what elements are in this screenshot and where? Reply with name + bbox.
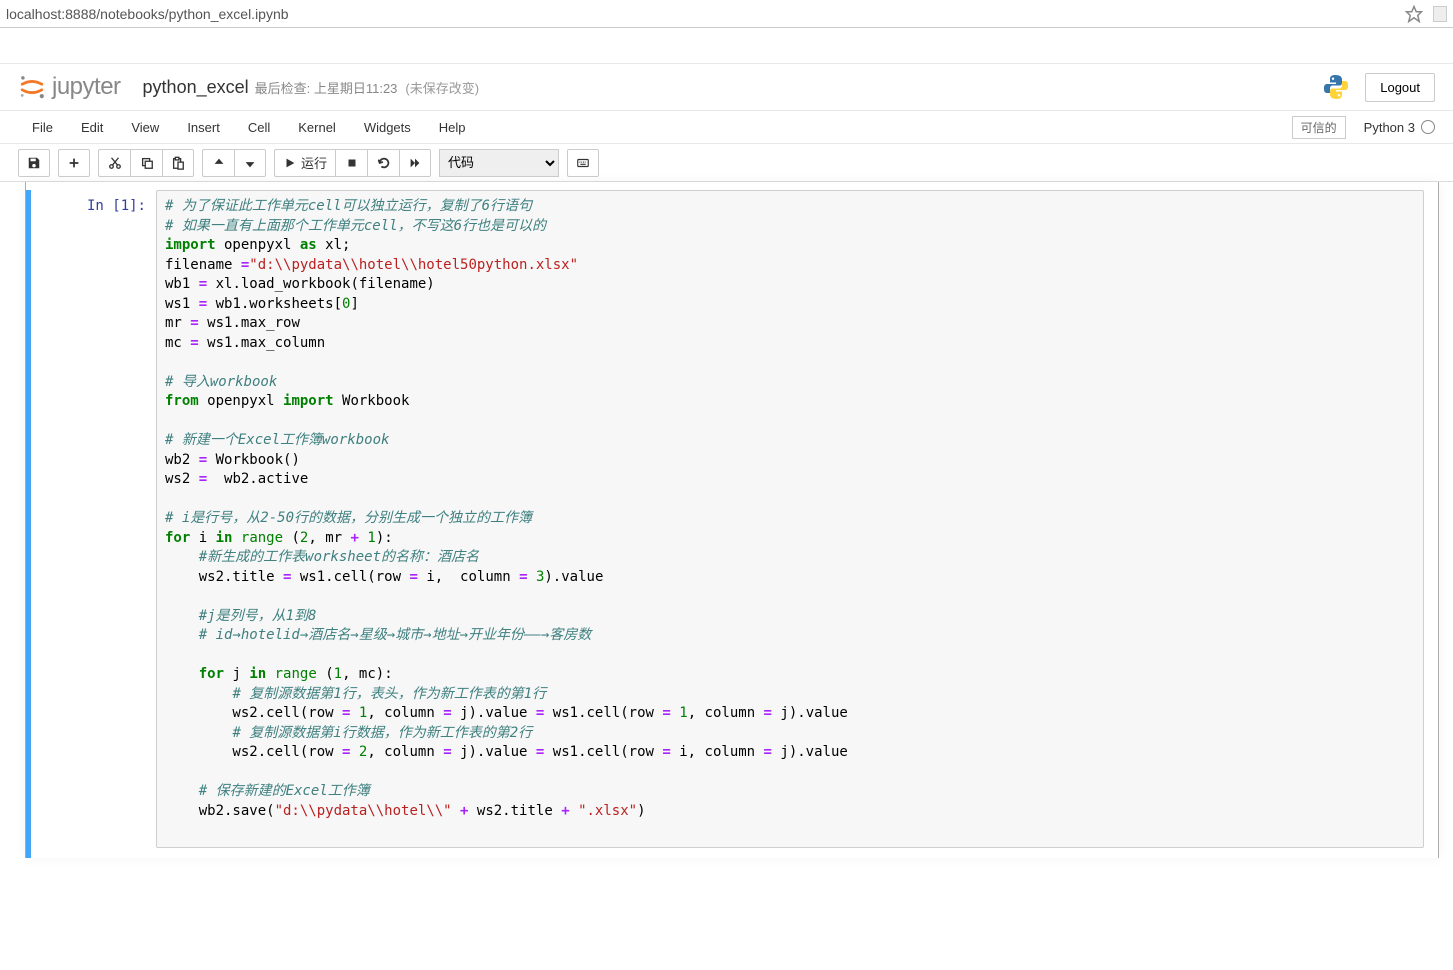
python-logo-icon	[1321, 72, 1351, 102]
menu-view[interactable]: View	[117, 111, 173, 143]
save-button[interactable]	[18, 149, 50, 177]
page-icon[interactable]	[1433, 6, 1447, 22]
jupyter-logo-icon	[18, 73, 46, 101]
url-text[interactable]: localhost:8888/notebooks/python_excel.ip…	[6, 6, 1405, 22]
notebook-header: jupyter python_excel 最后检查: 上星期日11:23 (未保…	[0, 64, 1453, 110]
cell-prompt: In [1]:	[31, 190, 156, 858]
paste-button[interactable]	[162, 149, 194, 177]
browser-chrome-spacer	[0, 28, 1453, 64]
menu-edit[interactable]: Edit	[67, 111, 117, 143]
menu-cell[interactable]: Cell	[234, 111, 284, 143]
restart-button[interactable]	[367, 149, 399, 177]
menu-kernel[interactable]: Kernel	[284, 111, 350, 143]
code-cell[interactable]: In [1]: # 为了保证此工作单元cell可以独立运行，复制了6行语句 # …	[26, 190, 1432, 858]
kernel-name: Python 3	[1364, 120, 1415, 135]
command-palette-button[interactable]	[567, 149, 599, 177]
copy-button[interactable]	[130, 149, 162, 177]
kernel-idle-icon	[1421, 120, 1435, 134]
menu-file[interactable]: File	[18, 111, 67, 143]
menubar: File Edit View Insert Cell Kernel Widget…	[0, 110, 1453, 144]
trusted-indicator[interactable]: 可信的	[1292, 116, 1346, 139]
cell-type-select[interactable]: 代码	[439, 149, 559, 177]
toolbar: 运行 代码	[0, 144, 1453, 182]
jupyter-logo-text: jupyter	[52, 73, 121, 101]
cut-button[interactable]	[98, 149, 130, 177]
notebook-container[interactable]: In [1]: # 为了保证此工作单元cell可以独立运行，复制了6行语句 # …	[25, 182, 1439, 858]
move-up-button[interactable]	[202, 149, 234, 177]
menu-help[interactable]: Help	[425, 111, 480, 143]
notebook-title[interactable]: python_excel	[143, 77, 249, 98]
browser-url-bar: localhost:8888/notebooks/python_excel.ip…	[0, 0, 1453, 28]
logout-button[interactable]: Logout	[1365, 73, 1435, 102]
code-content[interactable]: # 为了保证此工作单元cell可以独立运行，复制了6行语句 # 如果一直有上面那…	[165, 197, 1415, 841]
menu-widgets[interactable]: Widgets	[350, 111, 425, 143]
add-cell-button[interactable]	[58, 149, 90, 177]
autosave-status: (未保存改变)	[405, 78, 479, 97]
run-button[interactable]: 运行	[274, 149, 335, 177]
bookmark-star-icon[interactable]	[1405, 5, 1423, 23]
kernel-indicator[interactable]: Python 3	[1364, 120, 1435, 135]
restart-run-all-button[interactable]	[399, 149, 431, 177]
interrupt-button[interactable]	[335, 149, 367, 177]
menu-insert[interactable]: Insert	[173, 111, 234, 143]
notebook-area: In [1]: # 为了保证此工作单元cell可以独立运行，复制了6行语句 # …	[0, 182, 1453, 858]
checkpoint-status: 最后检查: 上星期日11:23	[255, 78, 398, 97]
move-down-button[interactable]	[234, 149, 266, 177]
jupyter-logo[interactable]: jupyter	[18, 73, 121, 101]
cell-input-area[interactable]: # 为了保证此工作单元cell可以独立运行，复制了6行语句 # 如果一直有上面那…	[156, 190, 1424, 848]
